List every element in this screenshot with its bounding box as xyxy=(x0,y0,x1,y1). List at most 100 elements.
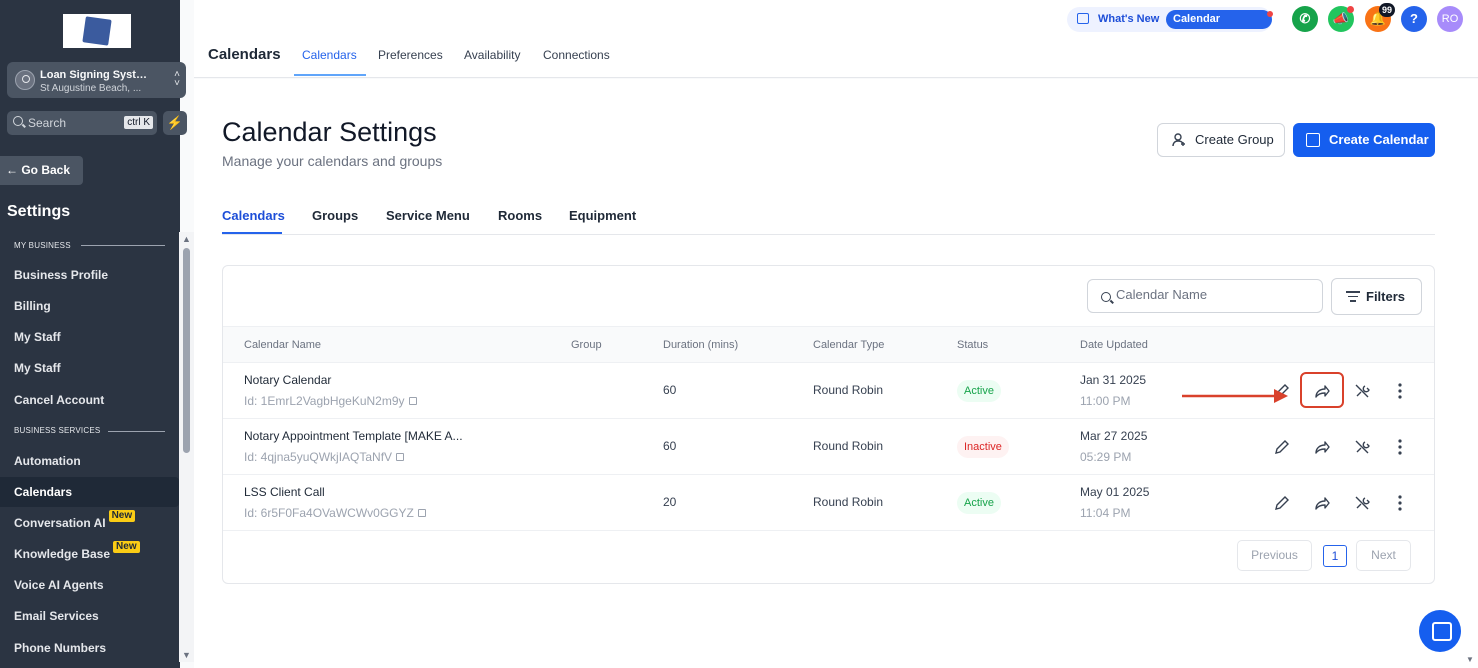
sidebar-item-my-staff[interactable]: My Staff xyxy=(0,322,179,352)
table-header: Calendar Name Group Duration (mins) Cale… xyxy=(223,326,1434,363)
sidebar-search[interactable]: Search ctrl K xyxy=(7,111,157,135)
whats-new-button[interactable]: What's New Calendar Updates xyxy=(1067,7,1273,44)
sidebar-item-calendars[interactable]: Calendars xyxy=(0,477,179,507)
page-title: Calendar Settings xyxy=(222,117,437,147)
previous-page-button[interactable]: Previous xyxy=(1237,540,1312,571)
column-header[interactable]: Calendar Type xyxy=(813,339,884,351)
time-updated: 05:29 PM xyxy=(1080,450,1132,464)
edit-pencil-icon[interactable] xyxy=(1271,436,1293,458)
tab-availability[interactable]: Availability xyxy=(464,48,520,62)
quick-actions-bolt-icon[interactable]: ⚡ xyxy=(163,111,187,135)
scroll-down-icon[interactable]: ▼ xyxy=(182,650,191,660)
section-business-services: BUSINESS SERVICES xyxy=(14,426,101,435)
calendar-search[interactable] xyxy=(1087,279,1323,313)
calendar-search-input[interactable] xyxy=(1116,287,1316,302)
go-back-button[interactable]: ← Go Back xyxy=(0,156,83,185)
notification-count: 99 xyxy=(1378,3,1395,17)
date-updated: May 01 2025 xyxy=(1080,485,1150,499)
subtab-equipment[interactable]: Equipment xyxy=(569,208,636,223)
status-badge: Active xyxy=(957,380,1001,402)
chat-widget-icon[interactable] xyxy=(1419,610,1461,652)
next-page-button[interactable]: Next xyxy=(1356,540,1411,571)
tools-icon[interactable] xyxy=(1351,436,1373,458)
annotation-arrow xyxy=(1182,389,1288,403)
chevron-down-icon[interactable]: ▼ xyxy=(1466,655,1474,664)
column-header[interactable]: Duration (mins) xyxy=(663,339,738,351)
subtab-calendars[interactable]: Calendars xyxy=(222,208,285,223)
tab-calendars[interactable]: Calendars xyxy=(302,48,357,62)
sidebar-item-my-staff-2[interactable]: My Staff xyxy=(0,353,179,383)
sidebar-item-billing[interactable]: Billing xyxy=(0,291,179,321)
edit-pencil-icon[interactable] xyxy=(1271,492,1293,514)
time-updated: 11:04 PM xyxy=(1080,506,1131,520)
calendar-icon xyxy=(1306,133,1320,147)
calendar-name[interactable]: LSS Client Call xyxy=(244,485,325,499)
status-badge: Active xyxy=(957,492,1001,514)
share-icon[interactable] xyxy=(1311,436,1333,458)
notification-dot xyxy=(1267,11,1273,17)
page-number-button[interactable]: 1 xyxy=(1323,545,1347,567)
location-name: Loan Signing Syste... xyxy=(40,69,150,81)
tools-icon[interactable] xyxy=(1351,380,1373,402)
new-badge: New xyxy=(113,541,140,553)
subtab-groups[interactable]: Groups xyxy=(312,208,358,223)
sidebar-item-conversation-ai[interactable]: Conversation AINew xyxy=(0,508,179,538)
active-tab-indicator xyxy=(294,74,366,76)
copy-icon[interactable] xyxy=(408,397,417,405)
megaphone-icon: 📣 xyxy=(1332,11,1350,26)
app-title: Calendars xyxy=(208,46,281,63)
calendar-name[interactable]: Notary Appointment Template [MAKE A... xyxy=(244,429,463,443)
sidebar-item-knowledge-base[interactable]: Knowledge BaseNew xyxy=(0,539,179,569)
page-subtitle: Manage your calendars and groups xyxy=(222,153,443,169)
share-icon[interactable] xyxy=(1311,492,1333,514)
sidebar-item-email-services[interactable]: Email Services xyxy=(0,601,179,631)
column-header[interactable]: Group xyxy=(571,339,602,351)
add-user-icon xyxy=(1172,133,1185,147)
chat-icon xyxy=(1077,13,1089,24)
sidebar-item-cancel-account[interactable]: Cancel Account xyxy=(0,385,179,415)
date-updated: Jan 31 2025 xyxy=(1080,373,1147,387)
top-bar: Calendars Calendars Preferences Availabi… xyxy=(194,0,1478,78)
more-options-icon[interactable] xyxy=(1389,380,1411,402)
calendar-type: Round Robin xyxy=(813,383,884,397)
filters-button[interactable]: Filters xyxy=(1331,278,1422,315)
announcements-button[interactable]: 📣 xyxy=(1328,6,1354,32)
sidebar-item-voice-ai-agents[interactable]: Voice AI Agents xyxy=(0,570,179,600)
scroll-thumb[interactable] xyxy=(183,248,190,453)
subtab-service-menu[interactable]: Service Menu xyxy=(386,208,470,223)
more-options-icon[interactable] xyxy=(1389,436,1411,458)
copy-icon[interactable] xyxy=(417,509,426,517)
location-switcher[interactable]: Loan Signing Syste... St Augustine Beach… xyxy=(7,62,186,98)
company-logo[interactable] xyxy=(63,14,131,48)
sidebar-item-label: Knowledge Base xyxy=(14,547,111,561)
section-my-business: MY BUSINESS xyxy=(14,241,71,250)
subtab-rooms[interactable]: Rooms xyxy=(498,208,542,223)
notifications-button[interactable]: 🔔 99 xyxy=(1365,3,1395,32)
calendar-id: Id: 1EmrL2VagbHgeKuN2m9y xyxy=(244,394,417,408)
sidebar-scrollbar[interactable]: ▲ ▼ xyxy=(179,232,194,662)
scroll-up-icon[interactable]: ▲ xyxy=(182,234,191,244)
more-options-icon[interactable] xyxy=(1389,492,1411,514)
sidebar-item-label: Conversation AI xyxy=(14,516,106,530)
tab-connections[interactable]: Connections xyxy=(543,48,610,62)
filter-icon xyxy=(1346,291,1360,305)
sidebar: Loan Signing Syste... St Augustine Beach… xyxy=(0,0,187,668)
user-avatar[interactable]: RO xyxy=(1437,6,1463,32)
column-header[interactable]: Status xyxy=(957,339,988,351)
create-group-button[interactable]: Create Group xyxy=(1157,123,1285,157)
calendar-type: Round Robin xyxy=(813,439,884,453)
help-button[interactable]: ? xyxy=(1401,6,1427,32)
column-header[interactable]: Date Updated xyxy=(1080,339,1148,351)
duration: 20 xyxy=(663,495,677,509)
calendar-name[interactable]: Notary Calendar xyxy=(244,373,331,387)
phone-button[interactable]: ✆ xyxy=(1292,6,1318,32)
sidebar-item-business-profile[interactable]: Business Profile xyxy=(0,260,179,290)
tab-preferences[interactable]: Preferences xyxy=(378,48,443,62)
copy-icon[interactable] xyxy=(396,453,405,461)
column-header[interactable]: Calendar Name xyxy=(244,339,321,351)
sidebar-title: Settings xyxy=(7,203,71,220)
create-calendar-button[interactable]: Create Calendar xyxy=(1293,123,1435,157)
sidebar-item-automation[interactable]: Automation xyxy=(0,446,179,476)
sidebar-item-phone-numbers[interactable]: Phone Numbers xyxy=(0,633,179,663)
tools-icon[interactable] xyxy=(1351,492,1373,514)
